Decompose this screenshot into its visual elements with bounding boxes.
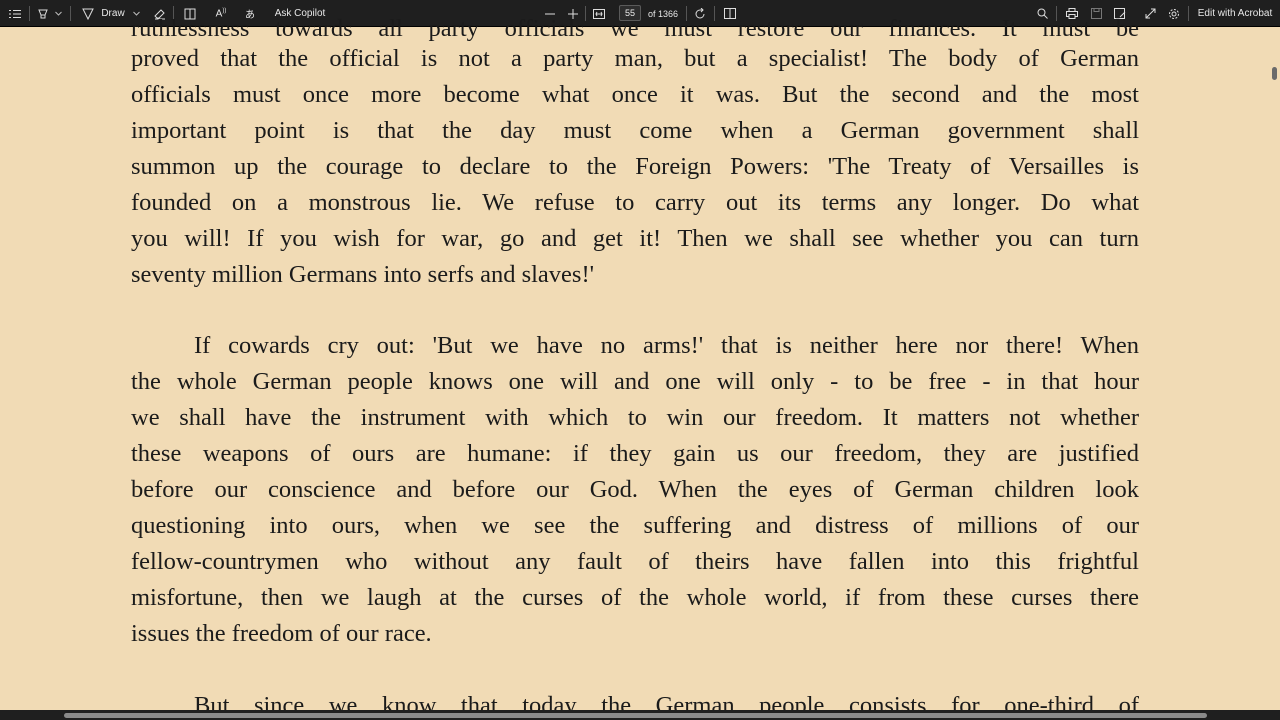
text-line: summon up the courage to declare to the … [131, 153, 1139, 180]
toolbar-divider [29, 6, 30, 21]
vertical-scroll-thumb[interactable] [1272, 67, 1277, 80]
text-line: you will! If you wish for war, go and ge… [131, 225, 1139, 252]
toolbar-divider [70, 6, 71, 21]
document-page: ruthlessness towards all party officials… [131, 0, 1139, 710]
horizontal-scroll-thumb[interactable] [64, 713, 1207, 718]
chevron-down-icon[interactable] [53, 0, 63, 27]
text-line: seventy million Germans into serfs and s… [131, 261, 595, 288]
text-line: officials must once more become what onc… [131, 81, 1139, 108]
highlight-icon[interactable] [35, 0, 51, 27]
draw-button[interactable]: Draw [100, 0, 126, 27]
text-line: proved that the official is not a party … [131, 45, 1139, 72]
text-line: If cowards cry out: 'But we have no arms… [194, 332, 1139, 359]
text-line: important point is that the day must com… [131, 117, 1139, 144]
text-line: issues the freedom of our race. [131, 620, 432, 647]
draw-icon[interactable] [80, 0, 96, 27]
text-line: the whole German people knows one will a… [131, 368, 1139, 395]
text-line: these weapons of ours are humane: if the… [131, 440, 1139, 467]
text-line: misfortune, then we laugh at the curses … [131, 584, 1139, 611]
text-line: before our conscience and before our God… [131, 476, 1139, 503]
vertical-scrollbar[interactable] [1270, 27, 1280, 710]
text-line: questioning into ours, when we see the s… [131, 512, 1139, 539]
fullscreen-icon[interactable] [1142, 0, 1158, 27]
draw-label: Draw [101, 8, 125, 19]
contents-icon[interactable] [6, 0, 24, 27]
text-line: But since we know that today the German … [194, 692, 1139, 710]
text-line: fellow-countrymen who without any fault … [131, 548, 1139, 575]
horizontal-scrollbar[interactable] [0, 710, 1280, 720]
settings-icon[interactable] [1166, 0, 1182, 27]
toolbar-divider [1188, 6, 1189, 21]
text-line: we shall have the instrument with which … [131, 404, 1139, 431]
edit-with-acrobat-button[interactable]: Edit with Acrobat [1196, 0, 1274, 27]
text-line: founded on a monstrous lie. We refuse to… [131, 189, 1139, 216]
edit-label: Edit with Acrobat [1197, 8, 1273, 19]
